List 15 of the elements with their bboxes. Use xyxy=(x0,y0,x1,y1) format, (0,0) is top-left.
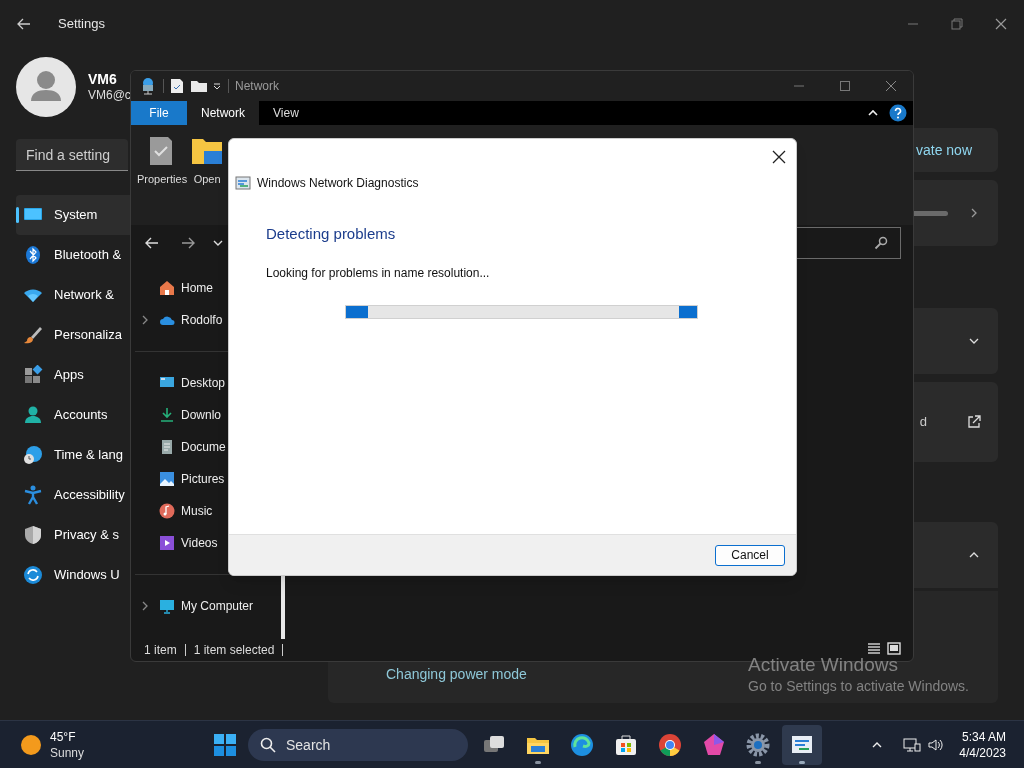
status-text: Changing power mode xyxy=(386,665,527,684)
status-text: 1 item selected xyxy=(193,642,275,659)
status-text: 1 item xyxy=(144,642,177,659)
dialog-heading: Detecting problems xyxy=(266,224,397,244)
user-email: VM6@c xyxy=(88,88,131,104)
activation-message: Go to Settings to activate Windows. xyxy=(748,678,969,696)
temperature: 45°F xyxy=(50,729,77,745)
window-title: Settings xyxy=(58,15,105,34)
dialog-message: Looking for problems in name resolution... xyxy=(266,264,491,282)
weather-condition: Sunny xyxy=(50,745,85,761)
user-name: VM6 xyxy=(88,70,118,89)
dialog-title: Windows Network Diagnostics xyxy=(257,175,419,192)
window-title: Network xyxy=(235,78,279,95)
card-label: d xyxy=(919,413,927,432)
activation-title: Activate Windows xyxy=(748,655,898,674)
